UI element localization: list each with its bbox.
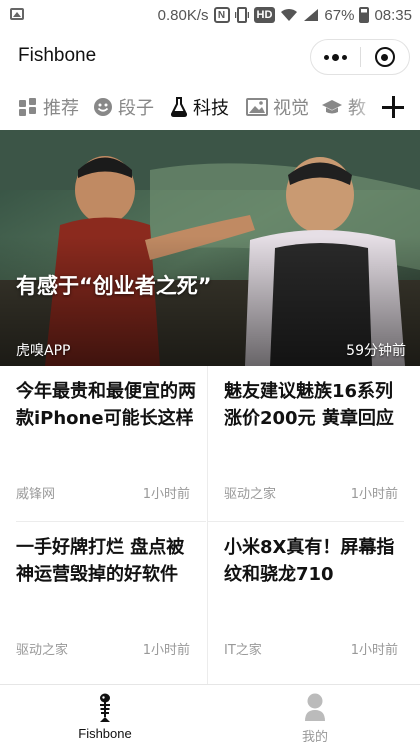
flask-icon [170,97,188,117]
graduation-cap-icon [322,100,342,114]
article-title: 小米8X真有！屏幕指纹和骁龙710 [224,537,395,585]
miniprogram-capsule [310,39,410,75]
grid-divider-horizontal [16,521,206,522]
hero-time: 59分钟前 [346,343,406,359]
article-card[interactable]: 小米8X真有！屏幕指纹和骁龙710 IT之家 1小时前 [208,522,408,678]
hero-article[interactable]: 有感于“创业者之死” 虎嗅APP 59分钟前 [0,130,420,366]
more-button[interactable] [311,40,360,74]
grid-divider-horizontal [208,521,404,522]
hero-image [0,130,420,366]
nav-fishbone[interactable]: Fishbone [0,685,210,747]
clock: 08:35 [374,6,412,24]
article-source: 驱动之家 [16,643,69,658]
article-source: 驱动之家 [224,487,277,502]
article-title: 一手好牌打烂 盘点被神运营毁掉的好软件 [16,537,185,585]
article-time: 1小时前 [350,643,398,658]
nav-label: Fishbone [78,726,132,741]
battery-icon [359,7,370,23]
status-bar: 0.80K/s N HD 67% 08:35 [0,0,420,30]
tab-label: 视觉 [273,98,309,119]
grid-icon [19,98,36,116]
tab-label: 段子 [118,98,154,119]
tab-visual[interactable]: 视觉 [246,94,309,120]
nav-label: 我的 [301,729,328,744]
tab-recommend[interactable]: 推荐 [18,94,79,120]
article-time: 1小时前 [142,487,190,502]
battery-percent: 67% [324,6,355,24]
bottom-nav: Fishbone 我的 [0,684,420,747]
fishbone-icon [100,693,110,722]
article-card[interactable]: 魅友建议魅族16系列涨价200元 黄章回应 驱动之家 1小时前 [208,366,408,522]
tab-jokes[interactable]: 段子 [93,94,154,120]
category-tabs: 推荐 段子 科技 视觉 教 [0,86,420,128]
article-time: 1小时前 [350,487,398,502]
nfc-icon: N [213,7,230,23]
wifi-icon [280,7,298,23]
tabs-fade [350,86,380,128]
article-time: 1小时前 [142,643,190,658]
signal-icon [303,7,319,23]
tab-label: 科技 [193,98,229,119]
tab-tech[interactable]: 科技 [170,94,229,120]
gallery-notification-icon [10,8,24,20]
tab-label: 推荐 [43,98,79,119]
vibrate-icon [234,7,249,23]
more-dots-icon [323,53,347,61]
grid-divider-vertical [207,366,208,684]
close-miniprogram-button[interactable] [361,40,410,74]
hero-source: 虎嗅APP [16,343,71,359]
article-title: 今年最贵和最便宜的两款iPhone可能长这样 [16,381,196,429]
app-header: Fishbone [0,30,420,86]
person-icon [305,693,325,721]
article-grid: 今年最贵和最便宜的两款iPhone可能长这样 威锋网 1小时前 魅友建议魅族16… [0,366,420,684]
add-category-button[interactable] [378,92,408,122]
article-title: 魅友建议魅族16系列涨价200元 黄章回应 [224,381,394,429]
article-card[interactable]: 今年最贵和最便宜的两款iPhone可能长这样 威锋网 1小时前 [0,366,200,522]
article-source: 威锋网 [16,487,56,502]
page-title: Fishbone [18,45,97,66]
smiley-icon [94,98,112,116]
status-bar-right: 0.80K/s N HD 67% 08:35 [158,5,412,25]
network-speed: 0.80K/s [157,6,209,24]
article-source: IT之家 [224,643,262,658]
target-icon [374,47,395,67]
nav-me[interactable]: 我的 [210,685,420,747]
hero-title: 有感于“创业者之死” [16,274,212,298]
article-card[interactable]: 一手好牌打烂 盘点被神运营毁掉的好软件 驱动之家 1小时前 [0,522,200,678]
image-icon [246,98,268,116]
hd-badge: HD [253,7,276,23]
